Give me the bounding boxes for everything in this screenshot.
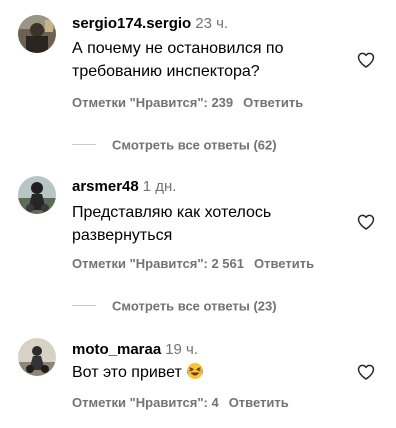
comment-meta: Отметки "Нравится": 4 Ответить xyxy=(72,395,289,411)
comment-meta: Отметки "Нравится": 239 Ответить xyxy=(72,95,303,111)
laughing-emoji-icon xyxy=(186,362,204,387)
timestamp[interactable]: 23 ч. xyxy=(195,15,228,32)
reply-button[interactable]: Ответить xyxy=(229,395,289,410)
comment-header: sergio174.sergio 23 ч. xyxy=(72,14,228,34)
comment-text-content: Вот это привет xyxy=(72,364,182,381)
likes-count[interactable]: Отметки "Нравится": 4 xyxy=(72,395,219,410)
username[interactable]: arsmer48 xyxy=(72,178,139,195)
comment-text: А почему не остановился по требованию ин… xyxy=(72,40,284,80)
reply-button[interactable]: Ответить xyxy=(243,95,303,110)
likes-count[interactable]: Отметки "Нравится": 2 561 xyxy=(72,256,244,271)
username[interactable]: sergio174.sergio xyxy=(72,15,191,32)
replies-divider xyxy=(72,305,96,307)
comment-header: arsmer48 1 дн. xyxy=(72,177,176,197)
comment-text: Вот это привет xyxy=(72,361,342,387)
username[interactable]: moto_maraa xyxy=(72,341,161,358)
timestamp[interactable]: 1 дн. xyxy=(143,178,177,195)
replies-divider xyxy=(72,144,96,146)
avatar[interactable] xyxy=(18,338,56,376)
view-replies-label[interactable]: Смотреть все ответы (62) xyxy=(112,137,277,152)
likes-count[interactable]: Отметки "Нравится": 239 xyxy=(72,95,233,110)
like-heart-icon[interactable] xyxy=(356,212,376,232)
avatar[interactable] xyxy=(18,176,56,214)
like-heart-icon[interactable] xyxy=(356,362,376,382)
avatar-photo-icon xyxy=(18,15,56,53)
comment-meta: Отметки "Нравится": 2 561 Ответить xyxy=(72,256,314,272)
avatar[interactable] xyxy=(18,15,56,53)
avatar-photo-icon xyxy=(18,338,56,376)
like-heart-icon[interactable] xyxy=(356,50,376,70)
comment-header: moto_maraa 19 ч. xyxy=(72,340,198,360)
comment-text: Представляю как хотелось развернуться xyxy=(72,204,272,244)
view-replies-button[interactable]: Смотреть все ответы (23) xyxy=(72,297,277,313)
view-replies-button[interactable]: Смотреть все ответы (62) xyxy=(72,136,277,152)
view-replies-label[interactable]: Смотреть все ответы (23) xyxy=(112,298,277,313)
reply-button[interactable]: Ответить xyxy=(254,256,314,271)
avatar-photo-icon xyxy=(18,176,56,214)
timestamp[interactable]: 19 ч. xyxy=(165,341,198,358)
